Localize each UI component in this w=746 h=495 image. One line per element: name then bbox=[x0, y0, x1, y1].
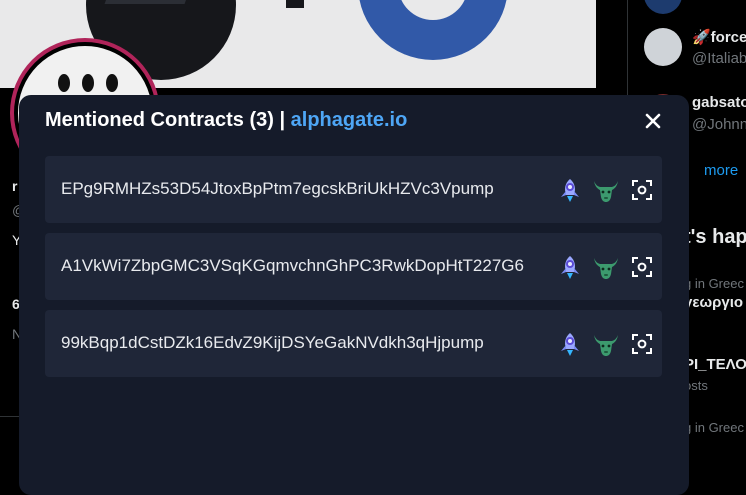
close-icon bbox=[645, 113, 661, 129]
banner-logo-blue bbox=[358, 0, 508, 60]
left-fragment-1: r bbox=[12, 178, 18, 194]
avatar-eye-mid bbox=[82, 74, 94, 92]
bull-icon[interactable] bbox=[592, 330, 620, 358]
trend-title-1[interactable]: γεωργιο bbox=[684, 294, 743, 311]
modal-header: Mentioned Contracts (3) | alphagate.io bbox=[45, 109, 407, 132]
contract-list: EPg9RMHZs53D54JtoxBpPtm7egcskBriUkHZVc3V… bbox=[45, 156, 662, 387]
scan-icon[interactable] bbox=[628, 253, 656, 281]
avatar-eye-left bbox=[58, 74, 70, 92]
suggested-handle-1: @Italiab bbox=[692, 50, 746, 67]
rocket-icon[interactable] bbox=[556, 330, 584, 358]
trend-title-2[interactable]: ΡΙ_ΤΕΛΟ bbox=[684, 356, 746, 373]
scan-icon[interactable] bbox=[628, 330, 656, 358]
bull-icon[interactable] bbox=[592, 253, 620, 281]
contract-row[interactable]: A1VkWi7ZbpGMC3VSqKGqmvchnGhPC3RwkDopHtT2… bbox=[45, 233, 662, 300]
rocket-icon[interactable] bbox=[556, 176, 584, 204]
modal-title: Mentioned Contracts (3) bbox=[45, 109, 274, 131]
mentioned-contracts-modal: Mentioned Contracts (3) | alphagate.io E… bbox=[19, 95, 689, 495]
alphagate-link[interactable]: alphagate.io bbox=[291, 109, 408, 131]
contract-actions bbox=[556, 253, 656, 281]
title-separator: | bbox=[279, 109, 286, 131]
contract-address[interactable]: 99kBqp1dCstDZk16EdvZ9KijDSYeGakNVdkh3qHj… bbox=[61, 333, 484, 353]
banner-mark bbox=[286, 0, 304, 8]
suggested-name-1[interactable]: 🚀force bbox=[692, 28, 746, 46]
close-button[interactable] bbox=[641, 109, 665, 133]
contract-address[interactable]: EPg9RMHZs53D54JtoxBpPtm7egcskBriUkHZVc3V… bbox=[61, 179, 494, 199]
rocket-icon[interactable] bbox=[556, 253, 584, 281]
bull-icon[interactable] bbox=[592, 176, 620, 204]
whats-happening-heading: t's hap bbox=[684, 226, 746, 248]
suggested-avatar-0[interactable] bbox=[644, 0, 682, 14]
avatar-eye-right bbox=[106, 74, 118, 92]
contract-row[interactable]: 99kBqp1dCstDZk16EdvZ9KijDSYeGakNVdkh3qHj… bbox=[45, 310, 662, 377]
contract-actions bbox=[556, 176, 656, 204]
contract-actions bbox=[556, 330, 656, 358]
show-more-link[interactable]: more bbox=[704, 162, 738, 179]
scan-icon[interactable] bbox=[628, 176, 656, 204]
suggested-handle-2: @Johnn bbox=[692, 116, 746, 133]
suggested-name-2[interactable]: gabsato bbox=[692, 94, 746, 111]
trend-context-1: g in Greec bbox=[684, 276, 744, 291]
contract-address[interactable]: A1VkWi7ZbpGMC3VSqKGqmvchnGhPC3RwkDopHtT2… bbox=[61, 256, 524, 276]
trend-context-3: g in Greec bbox=[684, 420, 744, 435]
contract-row[interactable]: EPg9RMHZs53D54JtoxBpPtm7egcskBriUkHZVc3V… bbox=[45, 156, 662, 223]
suggested-avatar-1[interactable] bbox=[644, 28, 682, 66]
